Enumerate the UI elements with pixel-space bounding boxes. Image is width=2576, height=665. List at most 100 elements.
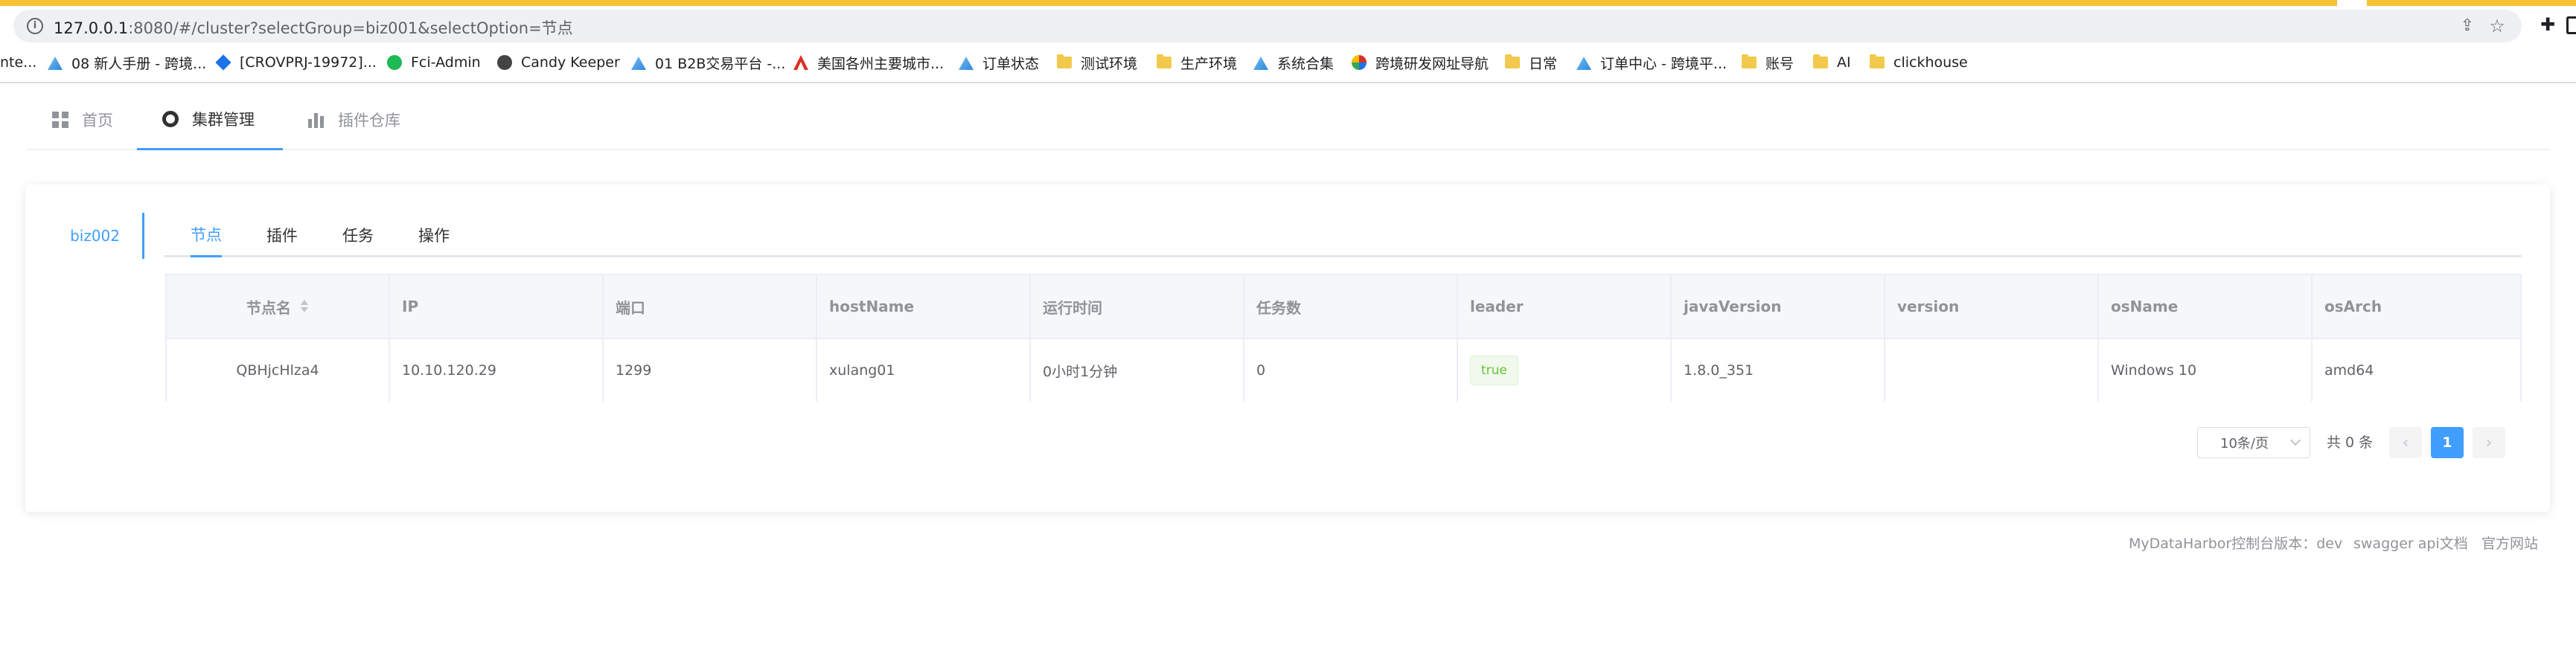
tab-operations[interactable]: 操作 (418, 213, 450, 257)
chevron-right-icon: › (2485, 433, 2493, 452)
extensions-puzzle-icon[interactable]: ✚ (2538, 15, 2557, 34)
bookmark-item[interactable]: AI (1813, 49, 1851, 76)
footer-version-label: MyDataHarbor控制台版本： (2129, 536, 2317, 552)
column-header-uptime: 运行时间 (1031, 275, 1244, 338)
node-subtabs: 节点 插件 任务 操作 (164, 213, 2522, 257)
swagger-docs-link[interactable]: swagger api文档 (2353, 533, 2468, 556)
page-size-select[interactable]: 10条/页 (2197, 427, 2310, 458)
bookmark-favicon-icon (1253, 57, 1268, 70)
table-header: 节点名 IP 端口 hostName 运行时间 任务数 leader javaV… (167, 275, 2520, 339)
bookmark-label: 订单状态 (982, 55, 1040, 72)
page-number-button[interactable]: 1 (2431, 427, 2464, 458)
bookmark-label: Candy Keeper (521, 54, 620, 71)
cell-version (1885, 339, 2099, 402)
bookmark-label: 订单中心 - 跨境平... (1600, 55, 1728, 72)
column-header-ip: IP (390, 275, 604, 338)
bookmark-favicon-icon (1576, 57, 1591, 70)
cell-node-name: QBHjcHlza4 (167, 339, 390, 402)
tab-plugins[interactable]: 插件 (266, 213, 298, 257)
bookmark-label: 日常 (1529, 55, 1558, 72)
footer-version: MyDataHarbor控制台版本：dev (2129, 533, 2342, 556)
bookmark-favicon-icon (959, 57, 974, 70)
bookmark-item[interactable]: 跨境研发网址导航 (1352, 49, 1489, 76)
bookmark-label: 跨境研发网址导航 (1375, 55, 1489, 72)
bookmark-label: AI (1837, 54, 1851, 71)
address-bar[interactable]: i 127.0.0.1:8080/#/cluster?selectGroup=b… (13, 10, 2522, 42)
browser-content-divider (0, 82, 2576, 83)
bookmark-favicon-icon (793, 55, 808, 70)
column-header-hostname: hostName (817, 275, 1031, 338)
page-size-value: 10条/页 (2220, 436, 2269, 452)
column-header-java-version: javaVersion (1672, 275, 1885, 338)
nav-item-cluster[interactable]: 集群管理 (137, 89, 283, 150)
site-info-icon[interactable]: i (27, 18, 43, 34)
folder-icon (1057, 54, 1072, 68)
bookmark-item[interactable]: 测试环境 (1057, 49, 1137, 76)
cell-task-count: 0 (1244, 339, 1458, 402)
nav-item-label: 插件仓库 (338, 112, 400, 129)
cell-os-name: Windows 10 (2099, 339, 2313, 402)
nav-item-home[interactable]: 首页 (52, 89, 113, 150)
bookmark-item[interactable]: 日常 (1505, 49, 1557, 76)
prev-page-button[interactable]: ‹ (2389, 427, 2422, 458)
url-path: :8080/#/cluster?selectGroup=biz001&selec… (128, 19, 573, 37)
cell-hostname: xulang01 (817, 339, 1031, 402)
bookmark-label: 账号 (1765, 55, 1794, 72)
cell-port: 1299 (604, 339, 817, 402)
bookmark-label: 系统合集 (1277, 55, 1335, 72)
bookmark-item[interactable]: 账号 (1742, 49, 1794, 76)
nav-item-plugins[interactable]: 插件仓库 (308, 89, 400, 150)
bookmark-favicon-icon (1352, 55, 1367, 70)
cluster-icon (162, 110, 179, 127)
bookmark-item[interactable]: 订单状态 (959, 49, 1039, 76)
bookmark-favicon-icon (497, 55, 512, 70)
bookmark-item[interactable]: 生产环境 (1157, 49, 1237, 76)
url-text[interactable]: 127.0.0.1:8080/#/cluster?selectGroup=biz… (54, 16, 573, 39)
tab-tasks[interactable]: 任务 (342, 213, 374, 257)
bookmark-item[interactable]: 08 新人手册 - 跨境... (48, 49, 206, 76)
cell-ip: 10.10.120.29 (390, 339, 604, 402)
next-page-button[interactable]: › (2473, 427, 2505, 458)
folder-icon (1813, 54, 1828, 68)
table-row[interactable]: QBHjcHlza4 10.10.120.29 1299 xulang01 0小… (167, 339, 2520, 402)
bookmark-label: 生产环境 (1180, 55, 1238, 72)
tab-nodes[interactable]: 节点 (191, 213, 222, 257)
top-nav: 首页 集群管理 插件仓库 (27, 89, 2550, 150)
bookmark-item[interactable]: 01 B2B交易平台 -... (631, 49, 785, 76)
bookmark-star-icon[interactable]: ☆ (2487, 16, 2507, 36)
column-header-os-arch: osArch (2324, 298, 2382, 315)
total-count: 共 0 条 (2327, 434, 2374, 451)
folder-icon (1505, 54, 1520, 68)
chevron-left-icon: ‹ (2402, 433, 2409, 452)
cell-leader: true (1458, 339, 1672, 402)
bookmark-item[interactable]: Fci-Admin (387, 49, 481, 76)
browser-accent-bar (0, 0, 2337, 6)
bookmark-item[interactable]: 美国各州主要城市... (793, 49, 944, 76)
bookmark-favicon-icon (631, 57, 646, 70)
folder-icon (1157, 54, 1172, 68)
bookmark-item[interactable]: clickhouse (1870, 49, 1968, 76)
grid-icon (52, 112, 68, 128)
bookmark-favicon-icon (48, 57, 63, 70)
chevron-down-icon (2289, 434, 2301, 446)
official-site-link[interactable]: 官方网站 (2481, 533, 2538, 556)
bookmark-item[interactable]: 系统合集 (1253, 49, 1334, 76)
bookmark-label: Fci-Admin (411, 54, 481, 71)
bar-chart-icon (308, 112, 325, 128)
browser-accent-bar-right (2367, 0, 2576, 6)
bookmark-item[interactable]: [CROVPRJ-19972]... (215, 49, 377, 76)
sort-caret-icon[interactable] (300, 299, 309, 314)
bookmark-label: [CROVPRJ-19972]... (240, 54, 377, 71)
cell-os-arch: amd64 (2324, 362, 2374, 379)
column-header-node-name[interactable]: 节点名 (167, 275, 390, 338)
browser-top-strip (0, 0, 2576, 6)
group-tab-biz002[interactable]: biz002 (25, 213, 144, 259)
bookmark-item[interactable]: Candy Keeper (497, 49, 620, 76)
bookmark-item[interactable]: 订单中心 - 跨境平... (1576, 49, 1727, 76)
side-panel-icon[interactable] (2566, 16, 2576, 34)
footer-version-value: dev (2316, 536, 2343, 552)
share-icon[interactable]: ⇪ (2458, 16, 2477, 36)
bookmark-label: 01 B2B交易平台 -... (655, 55, 786, 72)
pagination: 10条/页 共 0 条 ‹ 1 › (25, 427, 2550, 460)
bookmark-item[interactable]: nte... (0, 49, 36, 76)
